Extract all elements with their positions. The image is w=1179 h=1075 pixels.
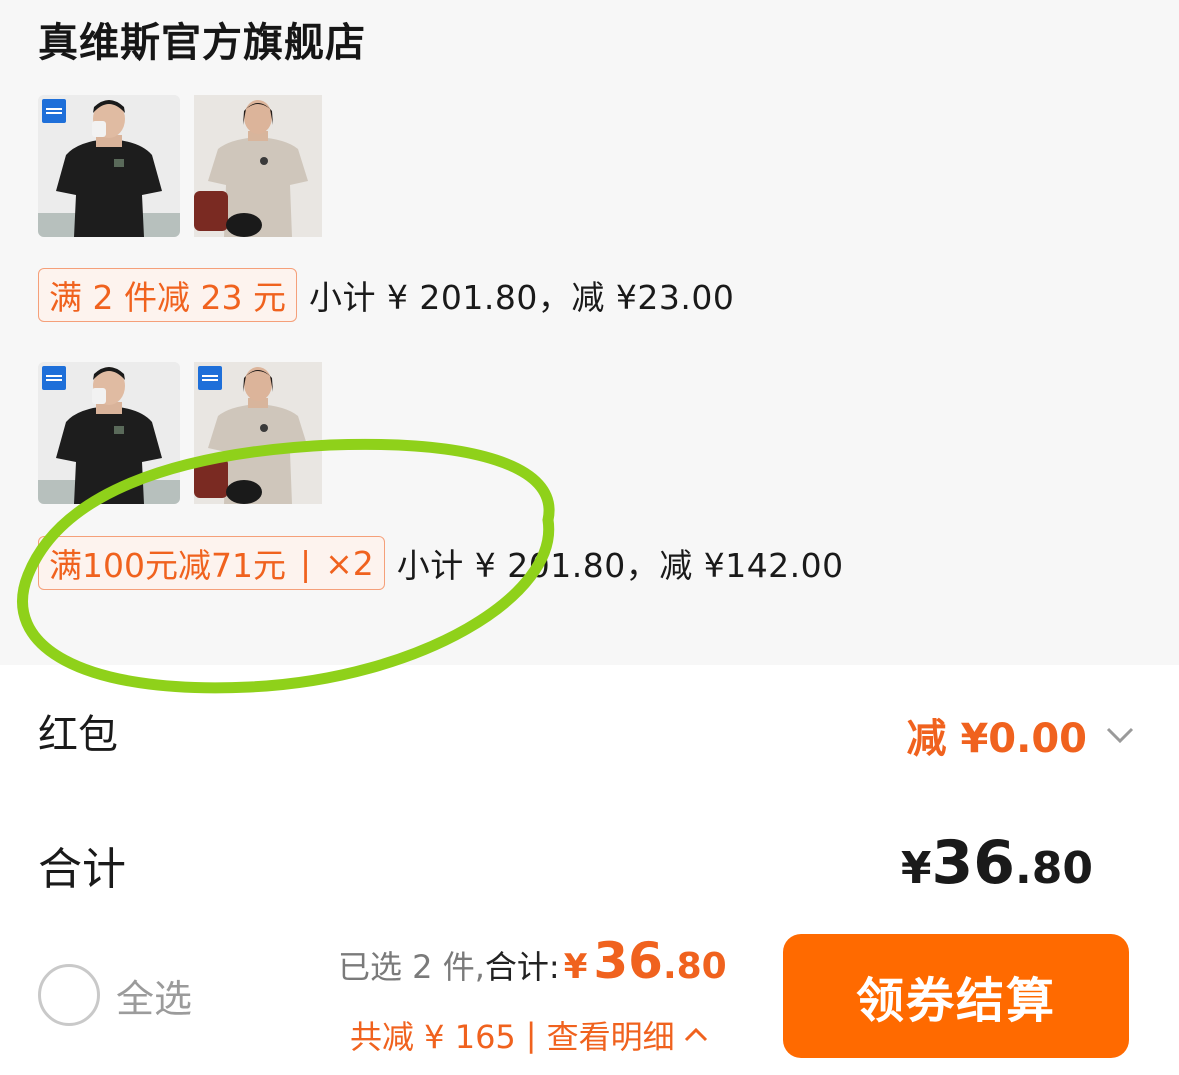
product-thumbnails-group-1 bbox=[38, 95, 322, 237]
brand-logo-icon bbox=[198, 366, 222, 390]
select-all-toggle[interactable]: 全选 bbox=[38, 964, 192, 1026]
select-all-radio[interactable] bbox=[38, 964, 100, 1026]
product-thumb-black-tshirt[interactable] bbox=[38, 95, 180, 237]
product-thumbnails-group-2 bbox=[38, 362, 322, 504]
select-all-label: 全选 bbox=[116, 976, 193, 1021]
detail-separator: | bbox=[525, 1016, 537, 1054]
red-packet-value: 减 ¥0.00 bbox=[906, 716, 1087, 762]
promo-tag[interactable]: 满 2 件减 23 元 bbox=[38, 268, 297, 322]
promo-row-group-1: 满 2 件减 23 元 小计 ¥ 201.80，减 ¥23.00 bbox=[38, 268, 734, 322]
red-packet-selector[interactable]: 减 ¥0.00 bbox=[907, 706, 1135, 764]
total-decimal: .80 bbox=[1015, 843, 1093, 894]
chevron-up-icon bbox=[684, 1027, 707, 1042]
store-name[interactable]: 真维斯官方旗舰店 bbox=[38, 10, 366, 68]
promo-tag[interactable]: 满100元减71元 | ×2 bbox=[38, 536, 385, 590]
discount-detail-link[interactable]: 共减 ¥ 165 | 查看明细 bbox=[350, 1012, 709, 1058]
promo-separator: | bbox=[299, 543, 312, 583]
total-currency: ¥ bbox=[900, 843, 932, 894]
store-section: 真维斯官方旗舰店 满 2 件减 23 元 小计 ¥ 201.80，减 ¥23.0… bbox=[0, 0, 1179, 665]
promo-multiplier: ×2 bbox=[325, 543, 374, 583]
total-amount: ¥36.80 bbox=[901, 828, 1093, 898]
checkout-button[interactable]: 领券结算 bbox=[783, 934, 1129, 1058]
total-label: 合计 bbox=[38, 844, 126, 895]
summary-total-decimal: .80 bbox=[662, 946, 727, 987]
summary-total-label: 合计: bbox=[484, 948, 560, 986]
total-integer: 36 bbox=[931, 828, 1016, 898]
product-thumb-black-tshirt[interactable] bbox=[38, 362, 180, 504]
product-thumb-beige-tshirt[interactable] bbox=[194, 95, 322, 237]
promo-row-group-2: 满100元减71元 | ×2 小计 ¥ 201.80，减 ¥142.00 bbox=[38, 536, 844, 590]
group-subtotal: 小计 ¥ 201.80，减 ¥23.00 bbox=[308, 278, 735, 317]
brand-logo-icon bbox=[42, 99, 66, 123]
checkout-page: 真维斯官方旗舰店 满 2 件减 23 元 小计 ¥ 201.80，减 ¥23.0… bbox=[0, 0, 1179, 1075]
summary-currency: ¥ bbox=[563, 947, 588, 987]
chevron-down-icon bbox=[1106, 727, 1134, 744]
red-packet-label: 红包 bbox=[38, 712, 118, 758]
total-saved: 共减 ¥ 165 bbox=[350, 1018, 516, 1056]
promo-text: 满 2 件减 23 元 bbox=[49, 278, 286, 317]
group-subtotal: 小计 ¥ 201.80，减 ¥142.00 bbox=[396, 546, 844, 585]
summary-total-integer: 36 bbox=[593, 932, 663, 990]
selected-count: 已选 2 件, bbox=[338, 948, 485, 986]
selection-summary: 已选 2 件, 合计: ¥ 36.80 bbox=[338, 932, 727, 990]
view-detail-label: 查看明细 bbox=[546, 1018, 675, 1056]
promo-text: 满100元减71元 bbox=[49, 546, 286, 585]
brand-logo-icon bbox=[42, 366, 66, 390]
product-thumb-beige-tshirt[interactable] bbox=[194, 362, 322, 504]
